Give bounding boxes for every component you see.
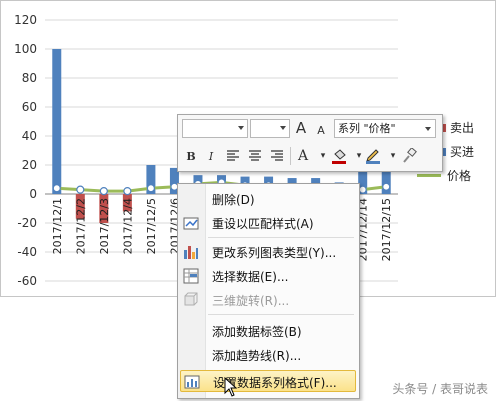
line-point-price <box>76 185 85 194</box>
menu-item-add-trendline[interactable]: 添加趋势线(R)... <box>180 344 356 366</box>
y-tick-label: 40 <box>22 129 37 143</box>
x-tick-label: 2017/12/15 <box>380 198 393 261</box>
format-painter-button[interactable] <box>400 147 418 165</box>
y-tick-label: 80 <box>22 71 37 85</box>
menu-item-add-data-labels-label: 添加数据标签(B) <box>212 325 302 339</box>
legend-item-sell[interactable]: 卖出 <box>440 119 474 136</box>
mouse-cursor-icon <box>224 377 238 397</box>
menu-separator <box>208 237 354 238</box>
y-tick-label: 120 <box>14 13 37 27</box>
menu-item-add-trendline-label: 添加趋势线(R)... <box>212 349 302 363</box>
bold-button[interactable]: B <box>182 147 200 165</box>
menu-item-select-data-label: 选择数据(E)... <box>212 270 289 284</box>
context-menu: 删除(D) 重设以匹配样式(A) 更改系列图表类型(Y)... 选择数据(E).… <box>177 183 360 399</box>
line-point-price <box>358 185 367 194</box>
align-left-button[interactable] <box>224 147 242 165</box>
legend-label-buy: 买进 <box>450 145 475 159</box>
format-painter-icon <box>403 148 417 163</box>
legend-item-buy[interactable]: 买进 <box>440 143 474 160</box>
menu-item-change-chart-type[interactable]: 更改系列图表类型(Y)... <box>180 241 356 263</box>
grow-font-button[interactable]: A <box>292 119 310 137</box>
legend-label-sell: 卖出 <box>450 121 475 135</box>
bar-buy <box>52 49 62 194</box>
align-right-icon <box>271 150 283 161</box>
shrink-font-button[interactable]: A <box>312 121 330 139</box>
menu-item-reset-style-label: 重设以匹配样式(A) <box>212 217 314 231</box>
menu-item-reset-style[interactable]: 重设以匹配样式(A) <box>180 212 356 234</box>
y-tick-label: 100 <box>14 42 37 56</box>
pen-icon <box>366 149 380 164</box>
menu-item-delete[interactable]: 删除(D) <box>180 188 356 210</box>
menu-item-add-data-labels[interactable]: 添加数据标签(B) <box>180 320 356 342</box>
line-point-price <box>52 184 61 193</box>
series-selector[interactable]: 系列 "价格" <box>334 119 436 138</box>
menu-item-3d-rotation[interactable]: 三维旋转(R)... <box>180 289 356 311</box>
font-name-dropdown[interactable] <box>182 119 248 138</box>
align-center-button[interactable] <box>246 147 264 165</box>
shrink-font-icon: A <box>317 123 325 137</box>
fill-color-button[interactable] <box>330 147 348 165</box>
chart-type-icon <box>182 243 200 261</box>
line-point-price <box>382 182 391 191</box>
line-point-price <box>99 187 108 196</box>
grow-font-icon: A <box>295 119 307 137</box>
align-left-icon <box>227 150 239 161</box>
y-tick-label: -40 <box>17 245 37 259</box>
legend-swatch-price <box>417 174 441 177</box>
italic-button[interactable]: I <box>202 147 220 165</box>
menu-item-select-data[interactable]: 选择数据(E)... <box>180 265 356 287</box>
align-right-button[interactable] <box>268 147 286 165</box>
y-tick-label: 0 <box>29 187 37 201</box>
line-point-price <box>123 187 132 196</box>
paint-bucket-icon <box>332 149 346 164</box>
menu-item-3d-rotation-label: 三维旋转(R)... <box>212 294 290 308</box>
y-tick-label: 60 <box>22 100 37 114</box>
x-tick-label: 2017/12/5 <box>145 198 158 254</box>
y-tick-label: -60 <box>17 274 37 288</box>
y-tick-label: -20 <box>17 216 37 230</box>
menu-item-delete-label: 删除(D) <box>212 193 255 207</box>
font-color-button[interactable]: A <box>294 147 312 165</box>
reset-style-icon <box>182 214 200 232</box>
mini-toolbar: A A 系列 "价格" B I A ▾ ▾ ▾ <box>177 114 443 172</box>
menu-item-change-chart-type-label: 更改系列图表类型(Y)... <box>212 246 337 260</box>
font-color-icon: A <box>297 148 309 164</box>
rotate-3d-icon <box>182 291 200 309</box>
align-center-icon <box>249 150 261 161</box>
bold-icon: B <box>186 149 196 163</box>
italic-icon: I <box>208 149 214 163</box>
legend-label-price: 价格 <box>447 169 472 183</box>
y-tick-label: 20 <box>22 158 37 172</box>
x-tick-label: 2017/12/4 <box>121 198 134 254</box>
font-size-dropdown[interactable] <box>250 119 290 138</box>
x-tick-label: 2017/12/3 <box>98 198 111 254</box>
watermark: 头条号 / 表哥说表 <box>392 382 488 396</box>
select-data-icon <box>182 267 200 285</box>
x-tick-label: 2017/12/1 <box>51 198 64 254</box>
line-point-price <box>146 184 155 193</box>
format-series-icon <box>183 373 201 391</box>
menu-item-format-data-series[interactable]: 设置数据系列格式(F)... <box>180 370 356 392</box>
series-selector-value: 系列 "价格" <box>338 122 396 135</box>
toolbar-separator <box>290 147 291 165</box>
menu-separator <box>208 314 354 315</box>
x-tick-label: 2017/12/2 <box>74 198 87 254</box>
outline-color-button[interactable] <box>364 147 382 165</box>
